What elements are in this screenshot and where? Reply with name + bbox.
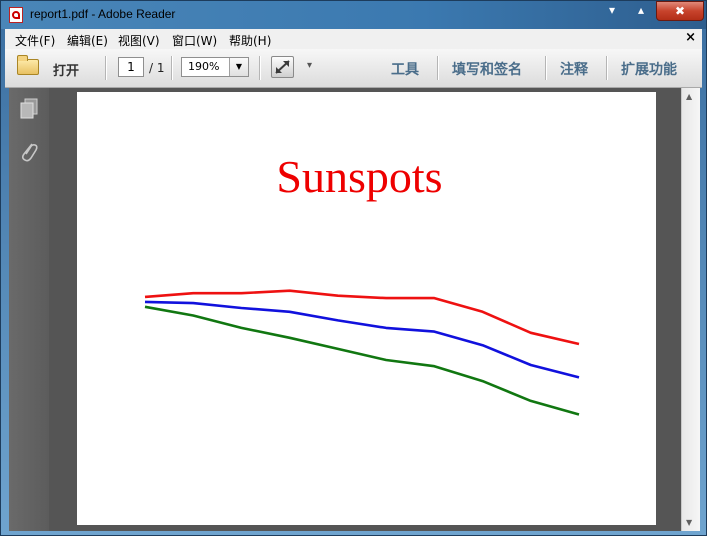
page-total-label: / 1: [149, 61, 165, 75]
menu-edit[interactable]: 编辑(E): [67, 32, 108, 49]
chevron-down-icon[interactable]: ▼: [229, 58, 248, 76]
extended-link[interactable]: 扩展功能: [621, 59, 677, 79]
sunspots-line-chart: [144, 289, 580, 416]
navigation-pane: [9, 88, 49, 531]
document-view[interactable]: Sunspots: [49, 88, 681, 531]
vertical-scrollbar[interactable]: ▲ ▼: [681, 88, 700, 531]
page-number-input[interactable]: 1: [118, 57, 144, 77]
fill-sign-link[interactable]: 填写和签名: [452, 59, 522, 79]
window-title: report1.pdf - Adobe Reader: [30, 7, 176, 21]
tools-link[interactable]: 工具: [391, 59, 419, 79]
menu-file[interactable]: 文件(F): [15, 32, 55, 49]
close-button[interactable]: ✖: [656, 1, 704, 21]
open-button[interactable]: 打开: [53, 60, 79, 79]
toolbar-divider: [259, 56, 261, 80]
page-thumbnails-icon[interactable]: [19, 98, 39, 124]
series-line-1: [144, 300, 580, 379]
pdf-page: Sunspots: [77, 92, 656, 525]
attachment-icon[interactable]: [20, 140, 38, 168]
scroll-down-icon[interactable]: ▼: [686, 518, 692, 527]
toolbar-divider: [606, 56, 608, 80]
menu-window[interactable]: 窗口(W): [172, 32, 217, 49]
toolbar-divider: [545, 56, 547, 80]
maximize-button[interactable]: ▴: [626, 1, 656, 21]
toolbar-divider: [437, 56, 439, 80]
fit-page-icon[interactable]: [271, 56, 294, 78]
menu-view[interactable]: 视图(V): [118, 32, 160, 49]
document-close-icon[interactable]: ×: [685, 30, 696, 45]
menu-help[interactable]: 帮助(H): [229, 32, 271, 49]
series-line-0: [144, 289, 580, 346]
toolbar-divider: [171, 56, 173, 80]
comment-link[interactable]: 注释: [560, 59, 588, 79]
zoom-select[interactable]: 190% ▼: [181, 57, 249, 77]
zoom-value: 190%: [188, 60, 220, 73]
toolbar-divider: [105, 56, 107, 80]
toolbar-more-icon[interactable]: ▾: [307, 60, 312, 71]
reader-window: report1.pdf - Adobe Reader ▾ ▴ ✖ 文件(F) 编…: [0, 0, 707, 536]
pdf-file-icon: [9, 7, 23, 23]
toolbar: 打开 1 / 1 190% ▼ ▾ 工具 填写和签名 注释 扩展功能: [5, 49, 702, 88]
minimize-button[interactable]: ▾: [597, 1, 627, 21]
scroll-up-icon[interactable]: ▲: [686, 92, 692, 101]
open-folder-icon[interactable]: [17, 55, 39, 75]
title-bar[interactable]: report1.pdf - Adobe Reader ▾ ▴ ✖: [1, 1, 706, 29]
menu-bar: 文件(F) 编辑(E) 视图(V) 窗口(W) 帮助(H) ×: [5, 29, 702, 49]
